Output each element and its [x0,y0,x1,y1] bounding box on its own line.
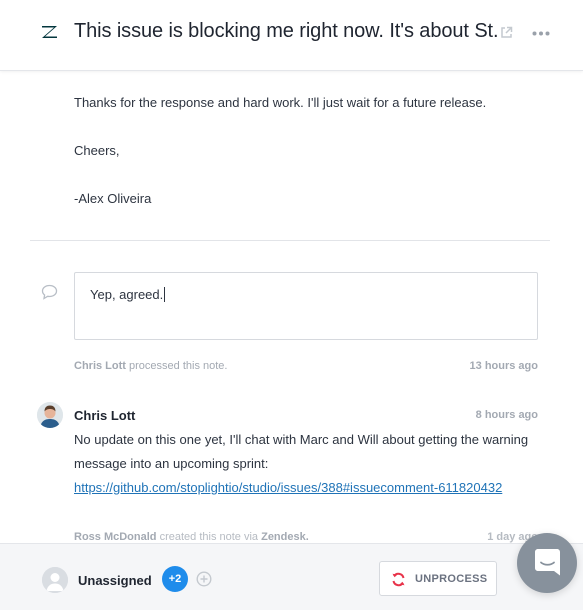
footer-bar: Unassigned +2 UNPROCESS [0,543,583,610]
assignee-avatar[interactable] [42,567,68,593]
unprocess-icon [392,572,405,587]
processed-by-name[interactable]: Chris Lott [74,360,126,372]
processed-time: 13 hours ago [469,360,538,372]
email-signature: -Alex Oliveira [74,191,152,206]
processed-action: processed this note. [129,360,228,372]
comment-time: 8 hours ago [475,409,538,421]
comment-body: No update on this one yet, I'll chat wit… [74,428,538,500]
comment-bubble-icon [41,284,58,300]
note-input[interactable]: Yep, agreed. [74,272,538,340]
note-meta: Ross McDonald created this note via Zend… [74,531,538,543]
processed-meta: Chris Lott processed this note. 13 hours… [74,360,538,372]
more-icon[interactable] [532,31,550,36]
user-placeholder-icon [42,567,68,593]
chat-icon [535,549,560,576]
external-link-icon[interactable] [500,26,513,39]
note-action: created this note via [159,531,259,543]
conversation-panel: This issue is blocking me right now. It'… [0,0,583,610]
email-text-line: Cheers, [74,143,120,158]
header: This issue is blocking me right now. It'… [0,0,583,71]
assignee-label[interactable]: Unassigned [78,573,152,588]
chat-launcher-button[interactable] [517,533,577,593]
extra-assignees-badge[interactable]: +2 [162,566,188,592]
page-title: This issue is blocking me right now. It'… [74,20,498,42]
note-creator-name[interactable]: Ross McDonald [74,531,157,543]
comment-author[interactable]: Chris Lott [74,408,135,423]
text-caret [164,287,166,302]
note-source: Zendesk. [261,531,309,543]
person-avatar-icon [37,402,63,428]
comment-link[interactable]: https://github.com/stoplightio/studio/is… [74,480,502,495]
comment-text: No update on this one yet, I'll chat wit… [74,432,529,471]
zendesk-logo-icon [42,26,57,38]
divider [30,240,550,241]
unprocess-label: UNPROCESS [415,573,488,585]
plus-circle-icon[interactable] [196,571,212,587]
unprocess-button[interactable]: UNPROCESS [379,561,497,596]
email-text-line: Thanks for the response and hard work. I… [74,95,487,110]
note-input-value: Yep, agreed. [90,287,164,302]
avatar[interactable] [37,402,63,428]
